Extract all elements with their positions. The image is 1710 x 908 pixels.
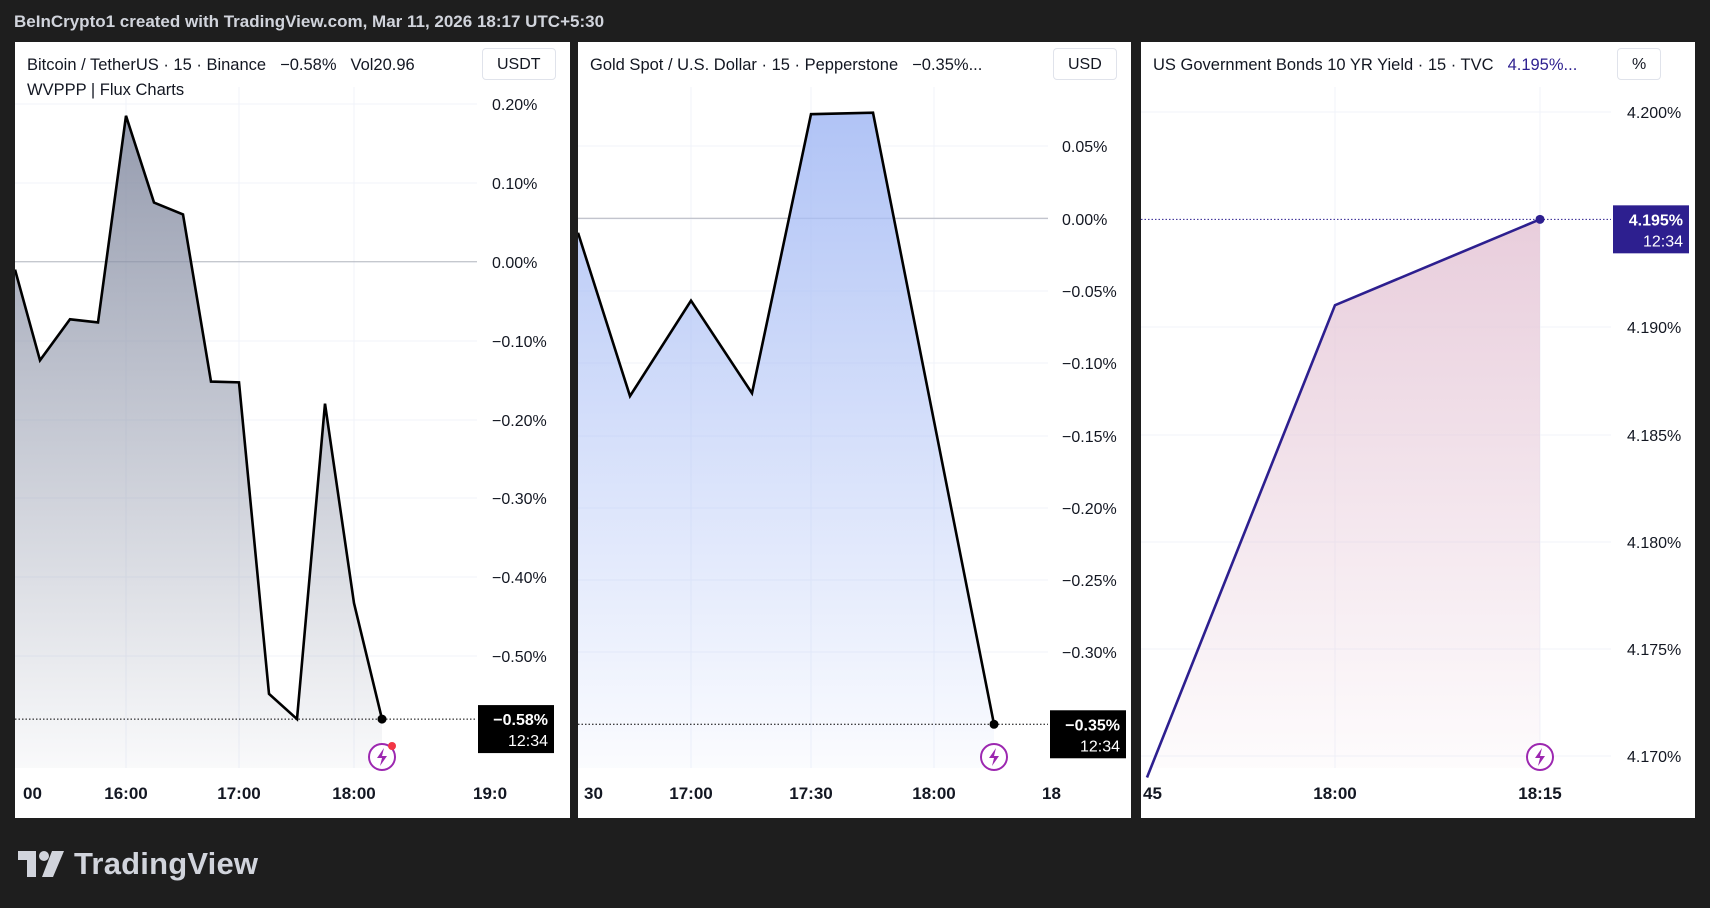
x-tick-label: 17:00 [217,784,260,803]
y-tick-label: −0.10% [492,334,547,351]
countdown-text: 12:34 [508,733,548,750]
notification-dot [388,742,396,750]
x-tick-label: 17:30 [789,784,832,803]
y-tick-label: 4.190% [1627,320,1681,337]
y-tick-label: −0.40% [492,570,547,587]
y-tick-label: −0.15% [1062,429,1117,446]
symbol-title[interactable]: US Government Bonds 10 YR Yield · 15 · T… [1153,56,1494,74]
last-value-text: −0.35% [1065,717,1120,734]
y-tick-label: 4.200% [1627,105,1681,122]
x-tick-label: 18:00 [332,784,375,803]
last-value-label: −0.35% 12:34 [1050,710,1126,759]
currency-unit-button[interactable]: USDT [482,48,556,80]
last-value-label: 4.195% 12:34 [1613,205,1689,254]
last-point-dot [989,719,999,729]
y-tick-label: −0.30% [1062,645,1117,662]
chart-canvas-gold[interactable]: 0.05% 0.00% −0.05% −0.10% −0.15% −0.20% −0.25%… [578,42,1131,818]
chart-canvas-us10y[interactable]: 4.200% 4.190% 4.185% 4.180% 4.175% 4.170% 4.19… [1141,42,1695,818]
chart-canvas-bitcoin[interactable]: 0.20% 0.10% 0.00% −0.10% −0.20% −0.30% −0.40% −… [15,42,570,818]
y-tick-label: −0.20% [492,413,547,430]
symbol-title[interactable]: Bitcoin / TetherUS · 15 · Binance [27,56,266,74]
y-tick-label: −0.05% [1062,284,1117,301]
chart-panel-bitcoin[interactable]: 0.20% 0.10% 0.00% −0.10% −0.20% −0.30% −0.40% −… [15,42,570,818]
chart-caption: BeInCrypto1 created with TradingView.com… [14,12,605,31]
x-tick-label: 17:00 [669,784,712,803]
last-point-dot [377,714,387,724]
last-point-dot [1535,214,1545,224]
change-value: −0.35%... [912,56,983,74]
chart-panel-gold[interactable]: 0.05% 0.00% −0.05% −0.10% −0.15% −0.20% −0.25%… [578,42,1131,818]
flash-icon [980,743,1008,771]
y-tick-label: −0.50% [492,649,547,666]
legend-gold: Gold Spot / U.S. Dollar · 15 · Peppersto… [590,53,982,78]
last-value-text: −0.58% [493,712,548,729]
symbol-title[interactable]: Gold Spot / U.S. Dollar · 15 · Peppersto… [590,56,898,74]
x-tick-label: 45 [1143,784,1162,803]
x-tick-label: 00 [23,784,42,803]
y-tick-label: −0.25% [1062,573,1117,590]
change-value: −0.58% [280,56,337,74]
x-tick-label: 18:15 [1518,784,1561,803]
y-tick-label: 0.05% [1062,139,1107,156]
currency-unit-button[interactable]: USD [1053,48,1117,80]
countdown-text: 12:34 [1080,738,1120,755]
x-tick-label: 18 [1042,784,1061,803]
legend-us10y: US Government Bonds 10 YR Yield · 15 · T… [1153,53,1577,78]
y-tick-label: −0.30% [492,491,547,508]
series-area [578,112,994,768]
countdown-text: 12:34 [1643,233,1683,250]
y-tick-label: −0.10% [1062,356,1117,373]
last-value-text: 4.195% [1629,212,1683,229]
y-tick-label: 0.00% [492,255,537,272]
series-area [15,115,382,769]
x-tick-label: 16:00 [104,784,147,803]
x-tick-label: 18:00 [912,784,955,803]
chart-panel-us10y[interactable]: 4.200% 4.190% 4.185% 4.180% 4.175% 4.170% 4.19… [1141,42,1695,818]
series-area [1147,219,1540,778]
y-tick-label: −0.20% [1062,501,1117,518]
volume-value: Vol20.96 [350,56,415,74]
x-tick-label: 18:00 [1313,784,1356,803]
brand-name: TradingView [74,846,259,881]
footer-brand: TradingView [18,846,258,882]
legend-bitcoin: Bitcoin / TetherUS · 15 · Binance −0.58% V… [27,53,415,103]
x-tick-label: 30 [584,784,603,803]
flash-icon [1526,743,1554,771]
change-value: 4.195%... [1507,56,1578,74]
y-tick-label: 4.170% [1627,749,1681,766]
y-tick-label: 0.10% [492,176,537,193]
currency-unit-button[interactable]: % [1617,48,1662,80]
y-tick-label: 0.20% [492,97,537,114]
last-value-label: −0.58% 12:34 [478,705,554,754]
y-tick-label: 0.00% [1062,212,1107,229]
indicator-label[interactable]: WVPPP | Flux Charts [27,78,415,103]
tradingview-logo-icon [18,851,64,877]
x-tick-label: 19:0 [473,784,507,803]
y-tick-label: 4.180% [1627,535,1681,552]
y-tick-label: 4.175% [1627,642,1681,659]
y-tick-label: 4.185% [1627,428,1681,445]
